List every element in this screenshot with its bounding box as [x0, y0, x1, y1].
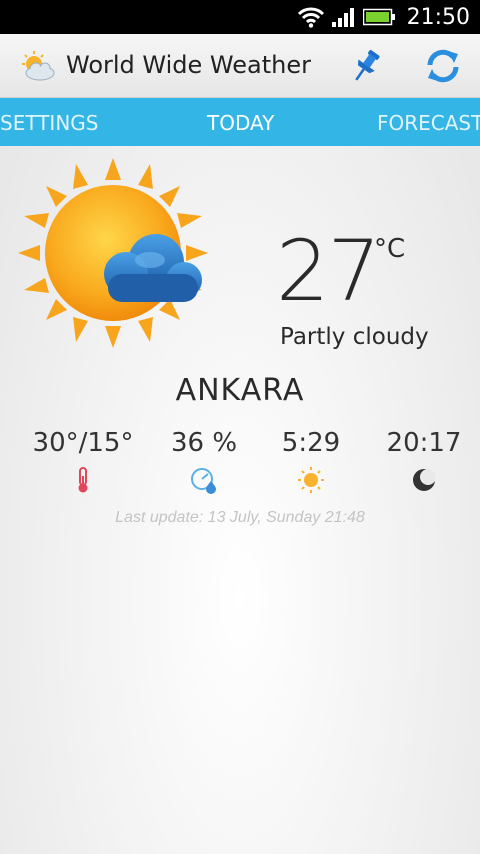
temperature-unit: °C	[374, 234, 406, 264]
pin-icon[interactable]	[346, 46, 386, 86]
sunset-value: 20:17	[386, 428, 462, 458]
high-low-value: 30°/15°	[32, 428, 134, 458]
weather-condition: Partly cloudy	[280, 324, 429, 350]
status-time: 21:50	[406, 4, 470, 30]
stat-sunset: 20:17	[364, 428, 480, 494]
tab-bar: SETTINGS TODAY FORECAST	[0, 98, 480, 146]
city-name: ANKARA	[175, 373, 305, 408]
stat-high-low: 30°/15°	[23, 428, 143, 494]
partly-cloudy-sun-icon	[18, 158, 208, 348]
app-title: World Wide Weather	[66, 51, 311, 79]
humidity-value: 36 %	[170, 428, 238, 458]
thermometer-icon	[78, 467, 88, 493]
refresh-icon[interactable]	[422, 46, 464, 86]
sunrise-value: 5:29	[281, 428, 341, 458]
stat-sunrise: 5:29	[251, 428, 371, 494]
status-bar: 21:50	[0, 0, 480, 34]
moon-icon	[413, 469, 436, 491]
last-update-text: Last update: 13 July, Sunday 21:48	[115, 509, 365, 526]
status-icons	[297, 6, 395, 28]
battery-icon	[362, 8, 395, 26]
sunrise-sun-icon	[298, 467, 324, 493]
stat-humidity: 36 %	[144, 428, 264, 494]
tab-settings[interactable]: SETTINGS	[0, 111, 98, 135]
action-bar: World Wide Weather	[0, 34, 480, 98]
current-temperature: 27	[276, 222, 381, 320]
wifi-icon	[297, 7, 324, 28]
tab-forecast[interactable]: FORECAST	[377, 111, 480, 135]
signal-icon	[331, 8, 354, 27]
app-logo-icon	[22, 51, 55, 81]
tab-today[interactable]: TODAY	[207, 111, 274, 135]
humidity-gauge-icon	[191, 468, 216, 494]
